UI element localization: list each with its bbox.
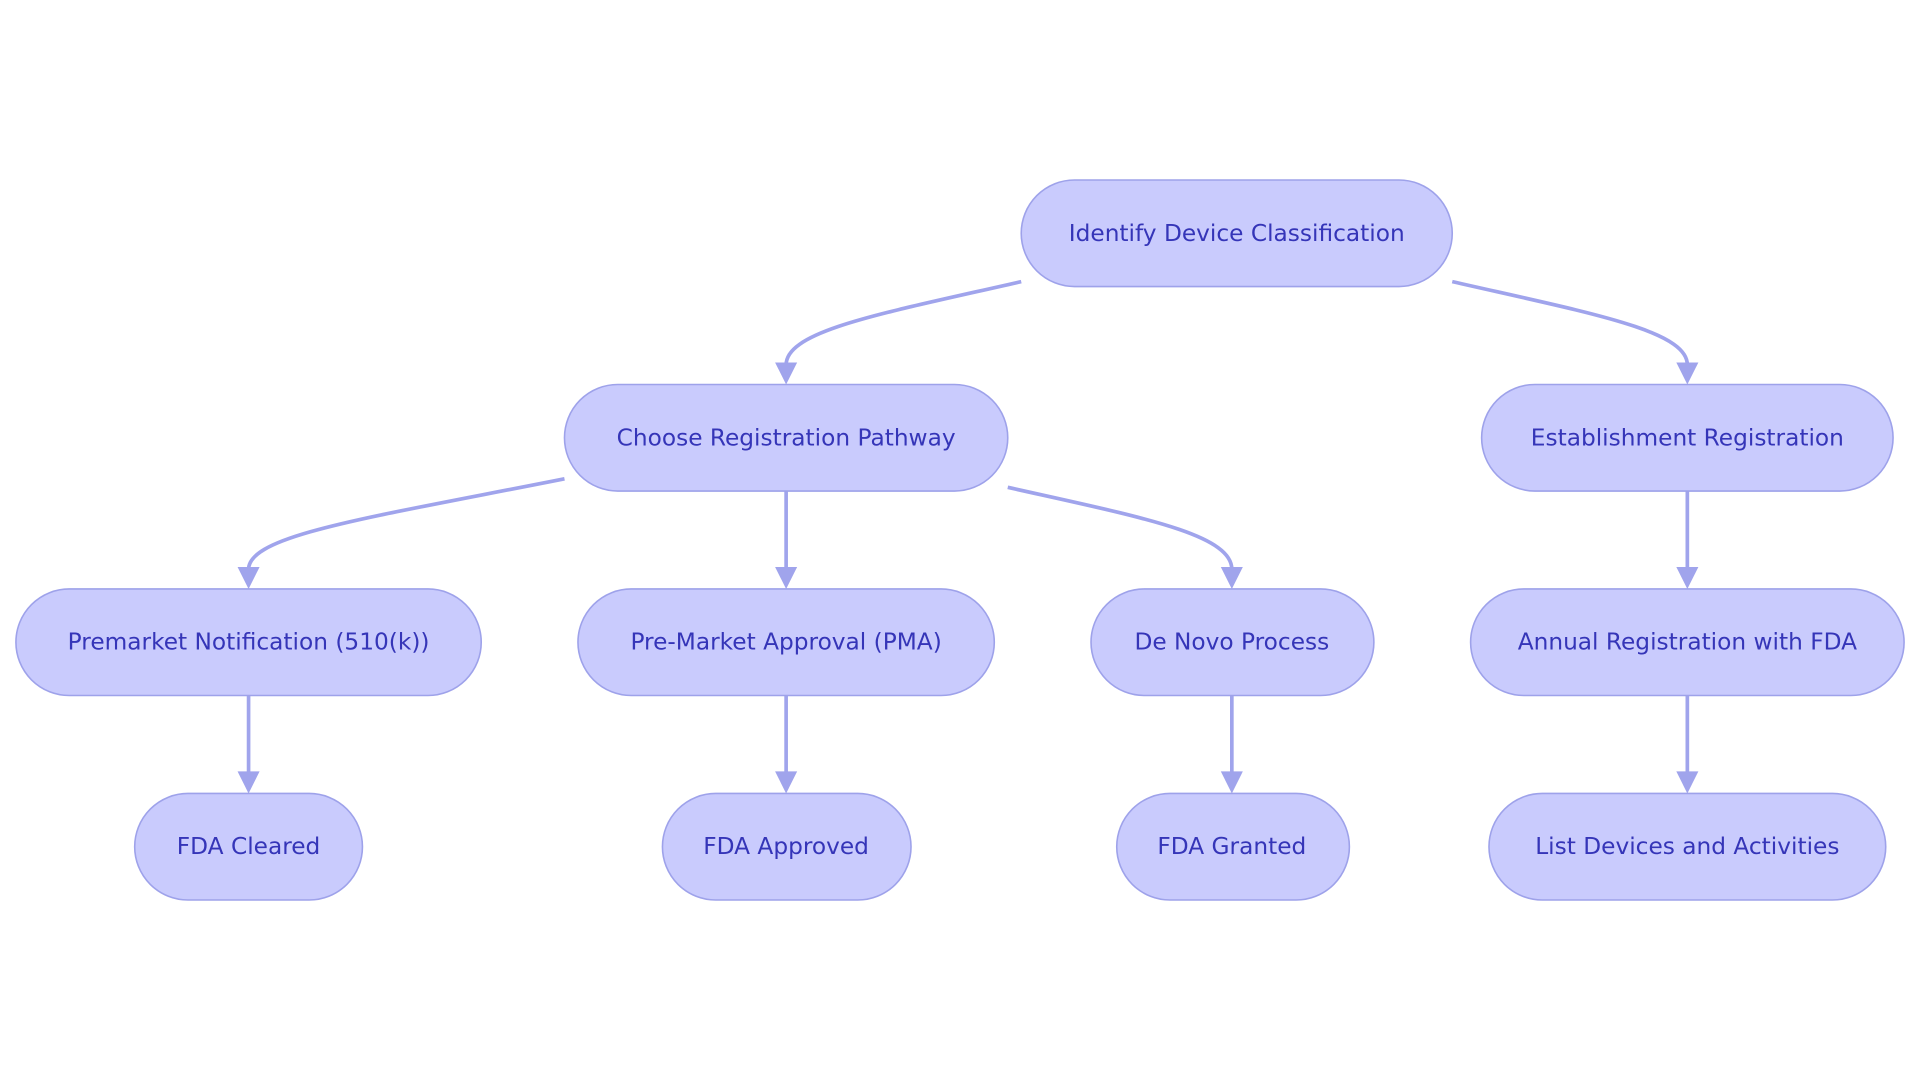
node-label: De Novo Process	[1134, 629, 1329, 656]
arrowhead-icon	[237, 566, 260, 589]
node-label: Establishment Registration	[1531, 424, 1844, 451]
edge-identify-to-choose	[784, 279, 1022, 366]
node-identify-device-classification: Identify Device Classification	[1020, 179, 1454, 288]
node-establishment-registration: Establishment Registration	[1480, 383, 1894, 492]
node-label: Identify Device Classification	[1069, 220, 1405, 247]
arrowhead-icon	[237, 771, 260, 794]
node-label: Choose Registration Pathway	[617, 424, 956, 451]
edge-choose-to-premarket	[246, 476, 565, 570]
arrowhead-icon	[775, 566, 798, 589]
node-de-novo-process: De Novo Process	[1090, 588, 1375, 697]
node-label: FDA Cleared	[177, 833, 321, 860]
node-label: Annual Registration with FDA	[1518, 629, 1857, 656]
edges	[237, 279, 1699, 794]
node-pre-market-approval: Pre-Market Approval (PMA)	[577, 588, 996, 697]
node-fda-approved: FDA Approved	[661, 792, 912, 901]
node-label: List Devices and Activities	[1535, 833, 1839, 860]
arrowhead-icon	[775, 771, 798, 794]
edge-choose-to-denovo	[1007, 485, 1234, 570]
node-fda-cleared: FDA Cleared	[133, 792, 364, 901]
node-label: Premarket Notification (510(k))	[68, 629, 430, 656]
arrowhead-icon	[775, 362, 798, 385]
arrowhead-icon	[1676, 771, 1699, 794]
arrowhead-icon	[1676, 362, 1699, 385]
node-choose-registration-pathway: Choose Registration Pathway	[563, 383, 1009, 492]
node-label: Pre-Market Approval (PMA)	[630, 629, 941, 656]
arrowhead-icon	[1676, 566, 1699, 589]
arrowhead-icon	[1220, 566, 1243, 589]
node-label: FDA Approved	[703, 833, 869, 860]
node-fda-granted: FDA Granted	[1115, 792, 1351, 901]
flowchart: Identify Device Classification Choose Re…	[15, 179, 1905, 901]
edge-identify-to-establishment	[1451, 279, 1690, 366]
node-annual-registration: Annual Registration with FDA	[1469, 588, 1905, 697]
node-premarket-notification: Premarket Notification (510(k))	[15, 588, 483, 697]
node-list-devices-and-activities: List Devices and Activities	[1488, 792, 1887, 901]
arrowhead-icon	[1220, 771, 1243, 794]
node-label: FDA Granted	[1157, 833, 1306, 860]
